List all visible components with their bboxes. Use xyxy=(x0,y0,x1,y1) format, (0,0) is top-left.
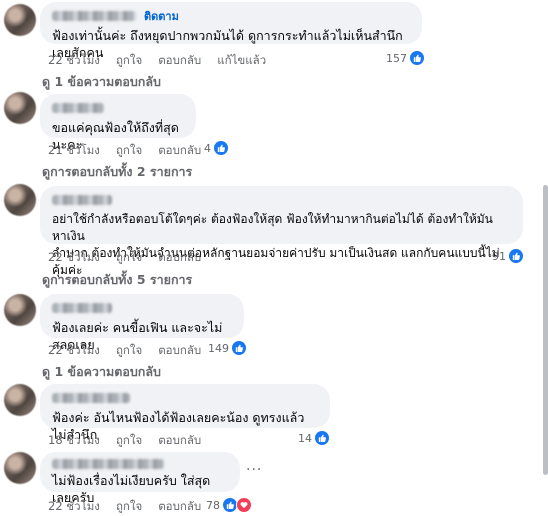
comment-time[interactable]: 18 ชั่วโมง xyxy=(48,432,100,450)
comment-actions: 21 ชั่วโมง ถูกใจ ตอบกลับ xyxy=(48,142,201,160)
comment-time[interactable]: 22 ชั่วโมง xyxy=(48,342,100,360)
view-replies-link[interactable]: ดู 1 ข้อความตอบกลับ xyxy=(42,72,161,92)
comment-bubble: ขอแค่คุณฟ้องให้ถึงที่สุดนะคะ xyxy=(40,94,196,152)
like-button[interactable]: ถูกใจ xyxy=(116,52,142,70)
like-icon xyxy=(315,431,329,445)
comment-bubble: ไม่ฟ้องเรื่องไม่เงียบครับ ใส่สุดเลยครับ xyxy=(40,452,240,505)
view-replies-link[interactable]: ดู 1 ข้อความตอบกลับ xyxy=(42,362,161,382)
comment-bubble: ฟ้องค่ะ อันไหนฟ้องได้ฟ้องเลยคะน้อง ดูทรง… xyxy=(40,384,330,442)
reply-button[interactable]: ตอบกลับ xyxy=(158,342,201,360)
reaction-count[interactable]: 78 xyxy=(206,497,252,513)
reply-button[interactable]: ตอบกลับ xyxy=(158,498,201,516)
like-icon xyxy=(232,341,246,355)
comment-time[interactable]: 21 ชั่วโมง xyxy=(48,142,100,160)
avatar[interactable] xyxy=(4,452,36,484)
avatar[interactable] xyxy=(4,294,36,326)
like-button[interactable]: ถูกใจ xyxy=(116,249,142,267)
reaction-count[interactable]: 157 xyxy=(386,51,424,65)
comment-time[interactable]: 22 ชั่วโมง xyxy=(48,52,100,70)
comment-bubble: อย่าใช้กำลังหรือตอบโต้ใดๆค่ะ ต้องฟ้องให้… xyxy=(40,186,523,277)
reply-button[interactable]: ตอบกลับ xyxy=(158,52,201,70)
commenter-name[interactable] xyxy=(52,459,164,469)
commenter-name[interactable] xyxy=(52,195,112,205)
comment-actions: 22 ชั่วโมง ถูกใจ ตอบกลับ แก้ไขแล้ว xyxy=(48,52,266,70)
reply-button[interactable]: ตอบกลับ xyxy=(158,142,201,160)
reply-button[interactable]: ตอบกลับ xyxy=(158,249,201,267)
like-button[interactable]: ถูกใจ xyxy=(116,342,142,360)
comment-time[interactable]: 22 ชั่วโมง xyxy=(48,498,100,516)
like-button[interactable]: ถูกใจ xyxy=(116,498,142,516)
like-button[interactable]: ถูกใจ xyxy=(116,142,142,160)
commenter-name[interactable] xyxy=(52,103,104,113)
like-icon xyxy=(214,141,228,155)
avatar[interactable] xyxy=(4,4,36,36)
edited-label: แก้ไขแล้ว xyxy=(217,53,267,67)
like-icon xyxy=(509,249,523,263)
comment-text: อย่าใช้กำลังหรือตอบโต้ใดๆค่ะ ต้องฟ้องให้… xyxy=(52,212,500,277)
commenter-name[interactable] xyxy=(52,393,130,403)
comment-actions: 18 ชั่วโมง ถูกใจ ตอบกลับ xyxy=(48,432,201,450)
reaction-count[interactable]: 149 xyxy=(208,341,246,355)
scrollbar[interactable] xyxy=(543,185,548,475)
view-replies-link[interactable]: ดูการตอบกลับทั้ง 5 รายการ xyxy=(42,270,192,290)
reaction-count[interactable]: 91 xyxy=(492,249,523,263)
commenter-name[interactable] xyxy=(52,11,136,21)
comment-time[interactable]: 22 ชั่วโมง xyxy=(48,249,100,267)
reaction-count[interactable]: 4 xyxy=(204,141,228,155)
comment-bubble: ฟ้องเลยค่ะ คนขี้อเฟิน และจะไม่สลดเลย xyxy=(40,294,244,352)
reply-button[interactable]: ตอบกลับ xyxy=(158,432,201,450)
avatar[interactable] xyxy=(4,184,36,216)
view-replies-link[interactable]: ดูการตอบกลับทั้ง 2 รายการ xyxy=(42,162,192,182)
heart-icon xyxy=(236,497,252,513)
like-icon xyxy=(223,498,237,512)
more-options-icon[interactable]: ··· xyxy=(246,462,262,478)
comment-actions: 22 ชั่วโมง ถูกใจ ตอบกลับ xyxy=(48,342,201,360)
comment-actions: 22 ชั่วโมง ถูกใจ ตอบกลับ xyxy=(48,249,201,267)
like-button[interactable]: ถูกใจ xyxy=(116,432,142,450)
commenter-name[interactable] xyxy=(52,303,112,313)
avatar[interactable] xyxy=(4,384,36,416)
avatar[interactable] xyxy=(4,92,36,124)
reaction-count[interactable]: 14 xyxy=(298,431,329,445)
comment-actions: 22 ชั่วโมง ถูกใจ ตอบกลับ xyxy=(48,498,201,516)
like-icon xyxy=(410,51,424,65)
comment-bubble: ติดตาม ฟ้องเท่านั้นค่ะ ถึงหยุดปากพวกมันไ… xyxy=(40,2,422,60)
follow-link[interactable]: ติดตาม xyxy=(144,7,179,25)
